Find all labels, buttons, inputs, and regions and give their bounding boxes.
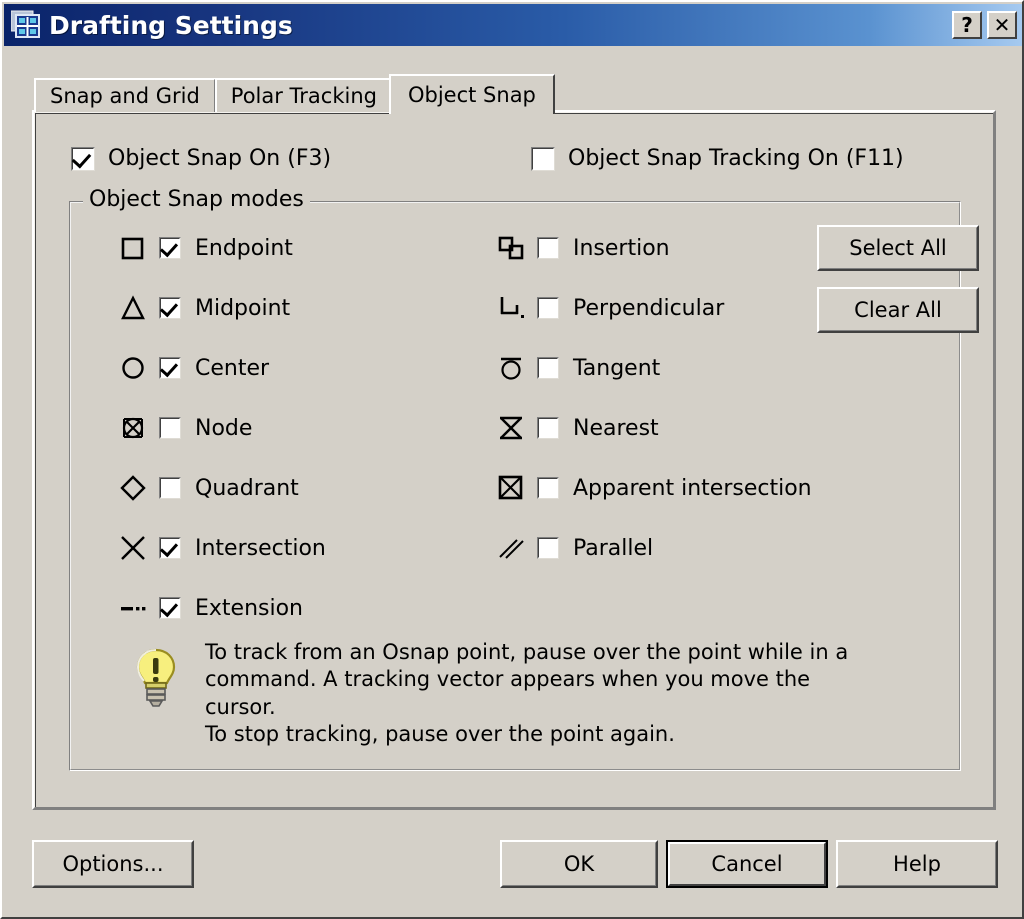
quadrant-checkbox[interactable] xyxy=(159,477,181,499)
object-snap-tracking-on-checkbox-row[interactable]: Object Snap Tracking On (F11) xyxy=(531,146,904,171)
cancel-button[interactable]: Cancel xyxy=(666,840,828,888)
square-icon xyxy=(115,233,151,263)
center-label: Center xyxy=(195,355,270,381)
circle-icon xyxy=(115,353,151,383)
object-snap-on-label: Object Snap On (F3) xyxy=(108,146,332,171)
apparent-intersection-icon xyxy=(493,473,529,503)
snap-mode-parallel-row[interactable]: Parallel xyxy=(493,531,812,565)
snap-mode-intersection-row[interactable]: Intersection xyxy=(115,531,326,565)
tab-panel-inner: Object Snap On (F3) Object Snap Tracking… xyxy=(34,112,994,808)
snap-mode-endpoint-row[interactable]: Endpoint xyxy=(115,231,326,265)
center-checkbox[interactable] xyxy=(159,357,181,379)
snap-mode-quadrant-row[interactable]: Quadrant xyxy=(115,471,326,505)
intersection-label: Intersection xyxy=(195,535,326,561)
triangle-icon xyxy=(115,293,151,323)
nearest-hourglass-icon xyxy=(493,413,529,443)
snap-mode-perpendicular-row[interactable]: Perpendicular xyxy=(493,291,812,325)
tab-object-snap[interactable]: Object Snap xyxy=(388,74,555,114)
dash-dot-icon xyxy=(115,593,151,623)
ok-button[interactable]: OK xyxy=(500,840,658,888)
snap-mode-insertion-row[interactable]: Insertion xyxy=(493,231,812,265)
node-circle-x-icon xyxy=(115,413,151,443)
midpoint-checkbox[interactable] xyxy=(159,297,181,319)
cancel-button-label: Cancel xyxy=(668,842,826,886)
options-button[interactable]: Options... xyxy=(32,840,194,888)
insertion-blocks-icon xyxy=(493,233,529,263)
snap-mode-node-row[interactable]: Node xyxy=(115,411,326,445)
perpendicular-icon xyxy=(493,293,529,323)
tab-snap-and-grid[interactable]: Snap and Grid xyxy=(34,78,216,112)
object-snap-tracking-on-label: Object Snap Tracking On (F11) xyxy=(568,146,904,171)
insertion-label: Insertion xyxy=(573,235,670,261)
snap-mode-nearest-row[interactable]: Nearest xyxy=(493,411,812,445)
endpoint-label: Endpoint xyxy=(195,235,293,261)
drafting-settings-icon xyxy=(10,10,41,40)
object-snap-tab-panel: Object Snap On (F3) Object Snap Tracking… xyxy=(32,110,996,810)
snap-mode-extension-row[interactable]: Extension xyxy=(115,591,326,625)
help-button[interactable]: Help xyxy=(836,840,998,888)
snap-mode-midpoint-row[interactable]: Midpoint xyxy=(115,291,326,325)
nearest-checkbox[interactable] xyxy=(537,417,559,439)
snap-mode-apparent-intersection-row[interactable]: Apparent intersection xyxy=(493,471,812,505)
midpoint-label: Midpoint xyxy=(195,295,291,321)
clear-all-button[interactable]: Clear All xyxy=(817,287,979,333)
snap-modes-right-column: Insertion Perpendicular Tangent Nearest … xyxy=(493,231,812,591)
endpoint-checkbox[interactable] xyxy=(159,237,181,259)
diamond-icon xyxy=(115,473,151,503)
parallel-label: Parallel xyxy=(573,535,654,561)
parallel-lines-icon xyxy=(493,533,529,563)
tip-text: To track from an Osnap point, pause over… xyxy=(205,640,849,746)
apparent-intersection-label: Apparent intersection xyxy=(573,475,812,501)
nearest-label: Nearest xyxy=(573,415,659,441)
tangent-checkbox[interactable] xyxy=(537,357,559,379)
parallel-checkbox[interactable] xyxy=(537,537,559,559)
tip-box: To track from an Osnap point, pause over… xyxy=(131,639,851,748)
intersection-checkbox[interactable] xyxy=(159,537,181,559)
perpendicular-checkbox[interactable] xyxy=(537,297,559,319)
extension-label: Extension xyxy=(195,595,304,621)
lightbulb-icon xyxy=(131,639,191,713)
window-title: Drafting Settings xyxy=(49,10,293,40)
object-snap-modes-title: Object Snap modes xyxy=(83,187,310,212)
extension-checkbox[interactable] xyxy=(159,597,181,619)
apparent-intersection-checkbox[interactable] xyxy=(537,477,559,499)
close-button[interactable]: ✕ xyxy=(987,11,1017,39)
node-checkbox[interactable] xyxy=(159,417,181,439)
drafting-settings-dialog: Drafting Settings ? ✕ Snap and Grid Pola… xyxy=(0,0,1024,919)
help-titlebar-button[interactable]: ? xyxy=(952,11,982,39)
tab-polar-tracking[interactable]: Polar Tracking xyxy=(214,78,393,112)
tab-strip: Snap and Grid Polar Tracking Object Snap xyxy=(34,74,555,114)
insertion-checkbox[interactable] xyxy=(537,237,559,259)
perpendicular-label: Perpendicular xyxy=(573,295,725,321)
x-cross-icon xyxy=(115,533,151,563)
object-snap-tracking-on-checkbox[interactable] xyxy=(531,146,555,171)
snap-mode-tangent-row[interactable]: Tangent xyxy=(493,351,812,385)
snap-mode-center-row[interactable]: Center xyxy=(115,351,326,385)
snap-modes-left-column: Endpoint Midpoint Center Node Quadrant I… xyxy=(115,231,326,651)
object-snap-on-checkbox[interactable] xyxy=(71,146,95,171)
select-all-button[interactable]: Select All xyxy=(817,225,979,271)
title-bar: Drafting Settings ? ✕ xyxy=(4,4,1022,46)
node-label: Node xyxy=(195,415,253,441)
object-snap-modes-group: Object Snap modes Endpoint Midpoint Cent… xyxy=(69,187,979,771)
tangent-circle-icon xyxy=(493,353,529,383)
object-snap-on-checkbox-row[interactable]: Object Snap On (F3) xyxy=(71,146,331,171)
tangent-label: Tangent xyxy=(573,355,661,381)
quadrant-label: Quadrant xyxy=(195,475,299,501)
